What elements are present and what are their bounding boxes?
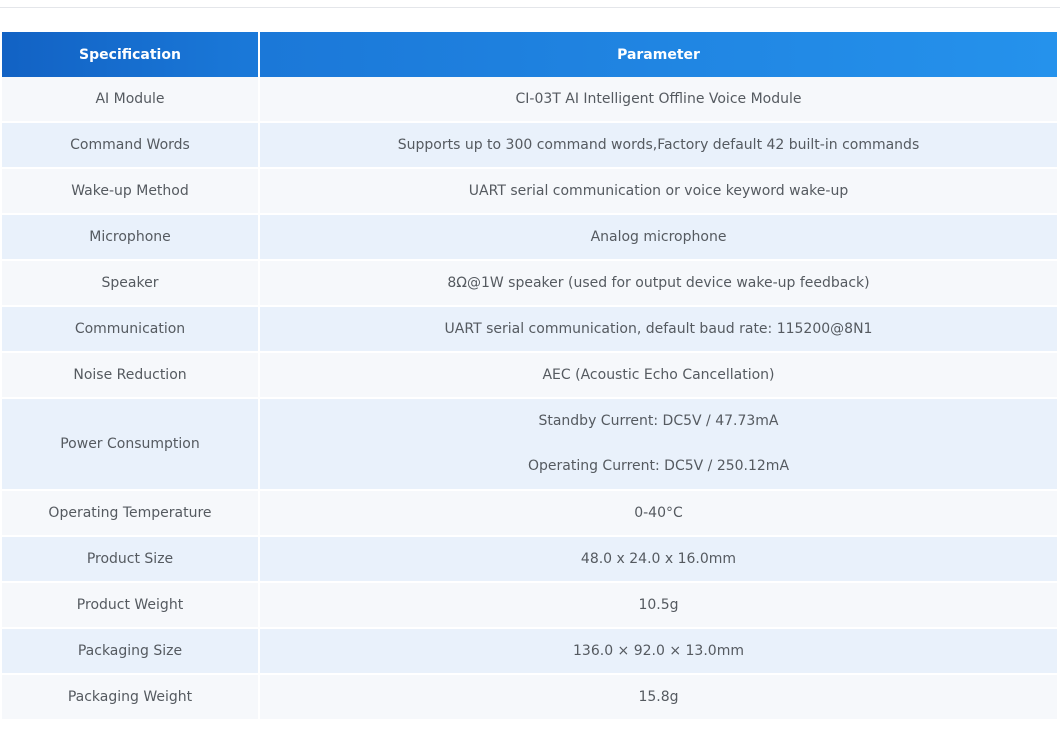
spec-cell: Speaker <box>2 261 260 307</box>
table-row: Packaging Weight 15.8g <box>2 675 1057 721</box>
value-cell: 10.5g <box>260 583 1057 629</box>
table-row: Operating Temperature 0-40°C <box>2 491 1057 537</box>
value-cell: 48.0 x 24.0 x 16.0mm <box>260 537 1057 583</box>
spec-cell: Operating Temperature <box>2 491 260 537</box>
value-cell: 8Ω@1W speaker (used for output device wa… <box>260 261 1057 307</box>
table-header: Specification Parameter <box>2 32 1057 77</box>
table-row: Microphone Analog microphone <box>2 215 1057 261</box>
header-row: Specification Parameter <box>2 32 1057 77</box>
spec-cell: Product Weight <box>2 583 260 629</box>
value-cell: UART serial communication or voice keywo… <box>260 169 1057 215</box>
table-row: Command Words Supports up to 300 command… <box>2 123 1057 169</box>
spec-cell: AI Module <box>2 77 260 123</box>
table-row: Wake-up Method UART serial communication… <box>2 169 1057 215</box>
spec-cell: Product Size <box>2 537 260 583</box>
spec-cell: Noise Reduction <box>2 353 260 399</box>
table-body: AI Module CI-03T AI Intelligent Offline … <box>2 77 1057 721</box>
table-row: Noise Reduction AEC (Acoustic Echo Cance… <box>2 353 1057 399</box>
specification-table: Specification Parameter AI Module CI-03T… <box>2 32 1057 721</box>
table-row: Packaging Size 136.0 × 92.0 × 13.0mm <box>2 629 1057 675</box>
value-line: Standby Current: DC5V / 47.73mA <box>538 413 779 429</box>
table-row: Speaker 8Ω@1W speaker (used for output d… <box>2 261 1057 307</box>
spec-cell: Microphone <box>2 215 260 261</box>
value-cell: AEC (Acoustic Echo Cancellation) <box>260 353 1057 399</box>
header-parameter: Parameter <box>260 32 1057 77</box>
table-row: Communication UART serial communication,… <box>2 307 1057 353</box>
value-cell: Analog microphone <box>260 215 1057 261</box>
value-cell: 0-40°C <box>260 491 1057 537</box>
value-cell: UART serial communication, default baud … <box>260 307 1057 353</box>
value-cell: 136.0 × 92.0 × 13.0mm <box>260 629 1057 675</box>
value-cell: CI-03T AI Intelligent Offline Voice Modu… <box>260 77 1057 123</box>
table-row: Product Size 48.0 x 24.0 x 16.0mm <box>2 537 1057 583</box>
table-row: Product Weight 10.5g <box>2 583 1057 629</box>
top-divider <box>0 7 1060 8</box>
spec-cell: Power Consumption <box>2 399 260 491</box>
value-line: Operating Current: DC5V / 250.12mA <box>527 458 790 474</box>
table-row: Power Consumption Standby Current: DC5V … <box>2 399 1057 491</box>
spec-cell: Communication <box>2 307 260 353</box>
value-cell: Standby Current: DC5V / 47.73mA Operatin… <box>260 399 1057 491</box>
spec-cell: Packaging Size <box>2 629 260 675</box>
spec-cell: Command Words <box>2 123 260 169</box>
header-specification: Specification <box>2 32 260 77</box>
spec-cell: Packaging Weight <box>2 675 260 721</box>
value-cell: Supports up to 300 command words,Factory… <box>260 123 1057 169</box>
spec-cell: Wake-up Method <box>2 169 260 215</box>
value-cell: 15.8g <box>260 675 1057 721</box>
table-row: AI Module CI-03T AI Intelligent Offline … <box>2 77 1057 123</box>
